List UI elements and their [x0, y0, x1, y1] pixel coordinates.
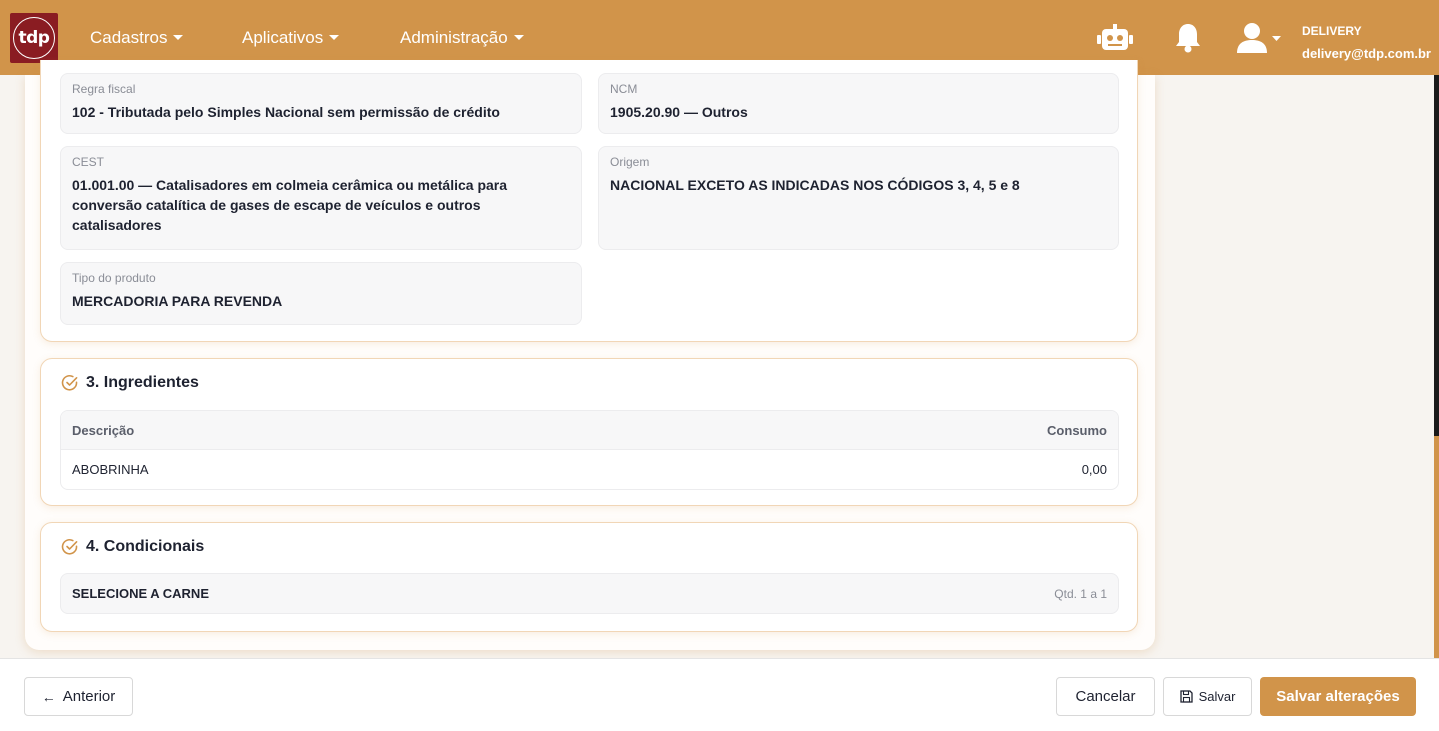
field-value: 1905.20.90 — Outros: [610, 104, 748, 120]
field-value: MERCADORIA PARA REVENDA: [72, 293, 283, 309]
check-circle-icon: [61, 375, 78, 391]
table-header: Descrição Consumo: [61, 411, 1118, 450]
menu-cadastros-label: Cadastros: [90, 27, 168, 47]
table-row[interactable]: ABOBRINHA 0,00: [61, 450, 1118, 489]
arrow-left-icon: ←: [41, 688, 56, 705]
anterior-button[interactable]: ← Anterior: [24, 677, 133, 716]
field-origem: Origem NACIONAL EXCETO AS INDICADAS NOS …: [598, 146, 1119, 250]
fiscal-section-card: Regra fiscal 102 - Tributada pelo Simple…: [40, 60, 1138, 342]
save-label: Salvar: [1198, 689, 1236, 704]
field-value: 01.001.00 — Catalisadores em colmeia cer…: [72, 177, 508, 233]
menu-aplicativos-label: Aplicativos: [242, 27, 324, 47]
field-label: CEST: [72, 155, 105, 169]
ingredientes-title: 3. Ingredientes: [61, 374, 199, 392]
tdp-logo[interactable]: tdp: [10, 13, 58, 63]
field-value: NACIONAL EXCETO AS INDICADAS NOS CÓDIGOS…: [610, 177, 1020, 193]
condicionais-title: 4. Condicionais: [61, 538, 204, 556]
user-menu[interactable]: [1236, 22, 1282, 59]
check-circle-icon: [61, 539, 78, 555]
chevron-down-icon: [513, 35, 524, 40]
ingredientes-table: Descrição Consumo ABOBRINHA 0,00: [60, 410, 1119, 490]
column-descricao: Descrição: [72, 422, 135, 438]
field-value: 102 - Tributada pelo Simples Nacional se…: [72, 104, 500, 120]
field-cest: CEST 01.001.00 — Catalisadores em colmei…: [60, 146, 582, 250]
scrollbar-thumb[interactable]: [1434, 436, 1439, 658]
footer-actions: ← Anterior Cancelar Salvar Salvar altera…: [0, 658, 1439, 731]
save-changes-button[interactable]: Salvar alterações: [1260, 677, 1416, 716]
condicionais-section-card: 4. Condicionais SELECIONE A CARNE Qtd. 1…: [40, 522, 1138, 632]
field-regra-fiscal: Regra fiscal 102 - Tributada pelo Simple…: [60, 73, 582, 134]
chevron-down-icon: [329, 35, 340, 40]
condicional-qty: Qtd. 1 a 1: [1054, 586, 1107, 601]
section-title-text: 3. Ingredientes: [86, 374, 199, 391]
save-button[interactable]: Salvar: [1163, 677, 1252, 716]
field-label: Tipo do produto: [72, 271, 156, 285]
section-title-text: 4. Condicionais: [86, 538, 205, 555]
field-label: Origem: [610, 155, 650, 169]
save-changes-label: Salvar alterações: [1276, 688, 1400, 705]
robot-icon[interactable]: [1097, 24, 1133, 57]
floppy-disk-icon: [1179, 690, 1193, 703]
condicional-label: SELECIONE A CARNE: [72, 586, 209, 601]
field-label: NCM: [610, 82, 638, 96]
user-email: delivery@tdp.com.br: [1302, 46, 1431, 61]
logo-text: tdp: [18, 28, 50, 48]
chevron-down-icon: [173, 35, 184, 40]
menu-administracao-label: Administração: [400, 27, 508, 47]
anterior-label: Anterior: [62, 688, 116, 705]
cell-descricao: ABOBRINHA: [72, 462, 149, 477]
cancel-button[interactable]: Cancelar: [1056, 677, 1155, 716]
column-consumo: Consumo: [1047, 422, 1107, 438]
cancel-label: Cancelar: [1075, 688, 1136, 705]
list-item[interactable]: SELECIONE A CARNE Qtd. 1 a 1: [60, 573, 1119, 614]
field-ncm: NCM 1905.20.90 — Outros: [598, 73, 1119, 134]
field-tipo-produto: Tipo do produto MERCADORIA PARA REVENDA: [60, 262, 582, 325]
ingredientes-section-card: 3. Ingredientes Descrição Consumo ABOBRI…: [40, 358, 1138, 506]
bell-icon[interactable]: [1174, 22, 1202, 59]
cell-consumo: 0,00: [1081, 462, 1107, 477]
user-name: DELIVERY: [1302, 24, 1362, 38]
logo-emblem: tdp: [13, 17, 55, 59]
field-label: Regra fiscal: [72, 82, 136, 96]
